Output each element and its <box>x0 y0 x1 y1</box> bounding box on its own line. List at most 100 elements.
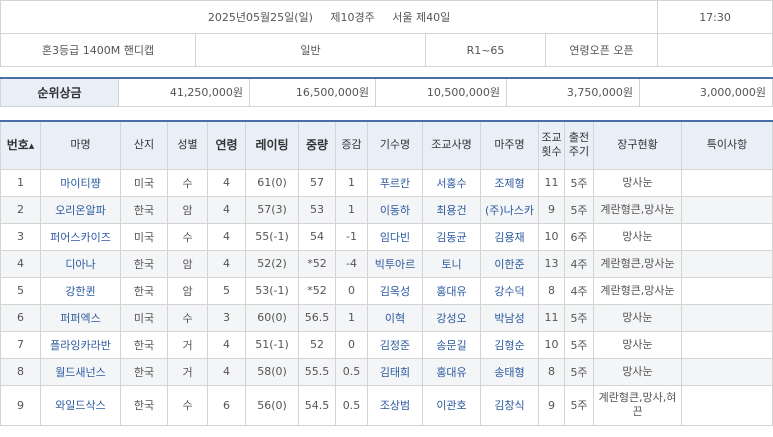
equipment: 망사눈 <box>593 357 682 386</box>
horse-rating: 56(0) <box>245 384 299 426</box>
training-count: 8 <box>538 276 565 305</box>
jockey-link[interactable]: 김태희 <box>367 357 423 386</box>
equipment: 망사눈 <box>593 168 682 197</box>
horse-origin: 한국 <box>120 276 168 305</box>
trainer-link[interactable]: 서홍수 <box>422 168 481 197</box>
col-header-origin[interactable]: 산지 <box>120 120 168 170</box>
race-date-round: 2025년05월25일(일) 제10경주 서울 제40일 <box>0 0 659 34</box>
horse-age: 3 <box>207 303 246 332</box>
horse-rating: 53(-1) <box>245 276 299 305</box>
race-rating-range: R1~65 <box>425 33 546 67</box>
owner-link[interactable]: (주)나스카 <box>480 195 539 224</box>
col-header-age[interactable]: 연령 <box>207 120 246 170</box>
prize-4th: 3,750,000원 <box>506 77 640 107</box>
horse-name-link[interactable]: 마이티쨩 <box>40 168 121 197</box>
horse-weight-change: 0 <box>335 330 368 359</box>
owner-link[interactable]: 김형순 <box>480 330 539 359</box>
horse-sex: 수 <box>167 303 208 332</box>
horse-origin: 한국 <box>120 249 168 278</box>
horse-no: 3 <box>0 222 41 251</box>
horse-weight-change: 0 <box>335 276 368 305</box>
prize-label: 순위상금 <box>0 77 119 107</box>
owner-link[interactable]: 강수덕 <box>480 276 539 305</box>
horse-weight: 57 <box>298 168 336 197</box>
col-header-no[interactable]: 번호▲ <box>0 120 41 170</box>
race-interval: 5주 <box>564 330 594 359</box>
horse-sex: 수 <box>167 168 208 197</box>
col-header-weight-change[interactable]: 증감 <box>335 120 368 170</box>
horse-weight-change: 1 <box>335 303 368 332</box>
owner-link[interactable]: 김용재 <box>480 222 539 251</box>
col-header-name[interactable]: 마명 <box>40 120 121 170</box>
trainer-link[interactable]: 홍대유 <box>422 276 481 305</box>
horse-sex: 암 <box>167 276 208 305</box>
trainer-link[interactable]: 토니 <box>422 249 481 278</box>
trainer-link[interactable]: 김동균 <box>422 222 481 251</box>
col-header-weight[interactable]: 중량 <box>298 120 336 170</box>
trainer-link[interactable]: 송문길 <box>422 330 481 359</box>
jockey-link[interactable]: 이동하 <box>367 195 423 224</box>
horse-weight: 55.5 <box>298 357 336 386</box>
horse-name-link[interactable]: 월드새넌스 <box>40 357 121 386</box>
horse-origin: 한국 <box>120 195 168 224</box>
col-header-sex[interactable]: 성별 <box>167 120 208 170</box>
race-info-row-1: 2025년05월25일(일) 제10경주 서울 제40일 17:30 <box>0 0 773 34</box>
trainer-link[interactable]: 강성오 <box>422 303 481 332</box>
jockey-link[interactable]: 푸르칸 <box>367 168 423 197</box>
col-header-rating[interactable]: 레이팅 <box>245 120 299 170</box>
race-interval: 5주 <box>564 168 594 197</box>
horse-origin: 미국 <box>120 168 168 197</box>
race-interval: 5주 <box>564 195 594 224</box>
horse-weight: *52 <box>298 276 336 305</box>
horse-table-body: 1 마이티쨩 미국 수 4 61(0) 57 1 푸르칸 서홍수 조제형 11 5주 망사눈 2 오리온알파 한… <box>0 168 773 426</box>
prize-3rd: 10,500,000원 <box>375 77 507 107</box>
owner-link[interactable]: 송태형 <box>480 357 539 386</box>
race-interval: 4주 <box>564 276 594 305</box>
equipment: 계란형큰,망사,혀끈 <box>593 384 682 426</box>
horse-sex: 거 <box>167 357 208 386</box>
horse-sex: 암 <box>167 195 208 224</box>
col-header-owner[interactable]: 마주명 <box>480 120 539 170</box>
col-header-training-count[interactable]: 조교 횟수 <box>538 120 565 170</box>
sort-asc-icon: ▲ <box>28 141 35 150</box>
trainer-link[interactable]: 홍대유 <box>422 357 481 386</box>
horse-name-link[interactable]: 강한퀸 <box>40 276 121 305</box>
equipment: 망사눈 <box>593 222 682 251</box>
col-header-jockey[interactable]: 기수명 <box>367 120 423 170</box>
trainer-link[interactable]: 최용건 <box>422 195 481 224</box>
jockey-link[interactable]: 조상범 <box>367 384 423 426</box>
horse-no: 7 <box>0 330 41 359</box>
horse-weight: 54 <box>298 222 336 251</box>
owner-link[interactable]: 박남성 <box>480 303 539 332</box>
owner-link[interactable]: 김창식 <box>480 384 539 426</box>
training-count: 10 <box>538 222 565 251</box>
horse-name-link[interactable]: 퍼퍼엑스 <box>40 303 121 332</box>
horse-weight-change: -4 <box>335 249 368 278</box>
jockey-link[interactable]: 이혁 <box>367 303 423 332</box>
table-row: 9 와일드삭스 한국 수 6 56(0) 54.5 0.5 조상범 이관호 김창식 9 5주 계란형큰,망… <box>0 384 773 426</box>
owner-link[interactable]: 조제형 <box>480 168 539 197</box>
horse-sex: 암 <box>167 249 208 278</box>
trainer-link[interactable]: 이관호 <box>422 384 481 426</box>
horse-origin: 미국 <box>120 303 168 332</box>
horse-name-link[interactable]: 와일드삭스 <box>40 384 121 426</box>
horse-name-link[interactable]: 플라잉카라반 <box>40 330 121 359</box>
horse-sex: 거 <box>167 330 208 359</box>
col-header-trainer[interactable]: 조교사명 <box>422 120 481 170</box>
jockey-link[interactable]: 임다빈 <box>367 222 423 251</box>
col-header-equipment[interactable]: 장구현황 <box>593 120 682 170</box>
training-count: 11 <box>538 303 565 332</box>
horse-name-link[interactable]: 퍼어스카이즈 <box>40 222 121 251</box>
equipment: 망사눈 <box>593 330 682 359</box>
jockey-link[interactable]: 김정준 <box>367 330 423 359</box>
jockey-link[interactable]: 빅투아르 <box>367 249 423 278</box>
col-header-notes[interactable]: 특이사항 <box>681 120 773 170</box>
owner-link[interactable]: 이한준 <box>480 249 539 278</box>
horse-age: 4 <box>207 357 246 386</box>
horse-name-link[interactable]: 디아나 <box>40 249 121 278</box>
col-header-interval[interactable]: 출전 주기 <box>564 120 594 170</box>
horse-table-header: 번호▲ 마명 산지 성별 연령 레이팅 중량 증감 기수명 조교사명 마주명 조… <box>0 120 773 170</box>
horse-name-link[interactable]: 오리온알파 <box>40 195 121 224</box>
jockey-link[interactable]: 김옥성 <box>367 276 423 305</box>
notes <box>681 303 773 332</box>
